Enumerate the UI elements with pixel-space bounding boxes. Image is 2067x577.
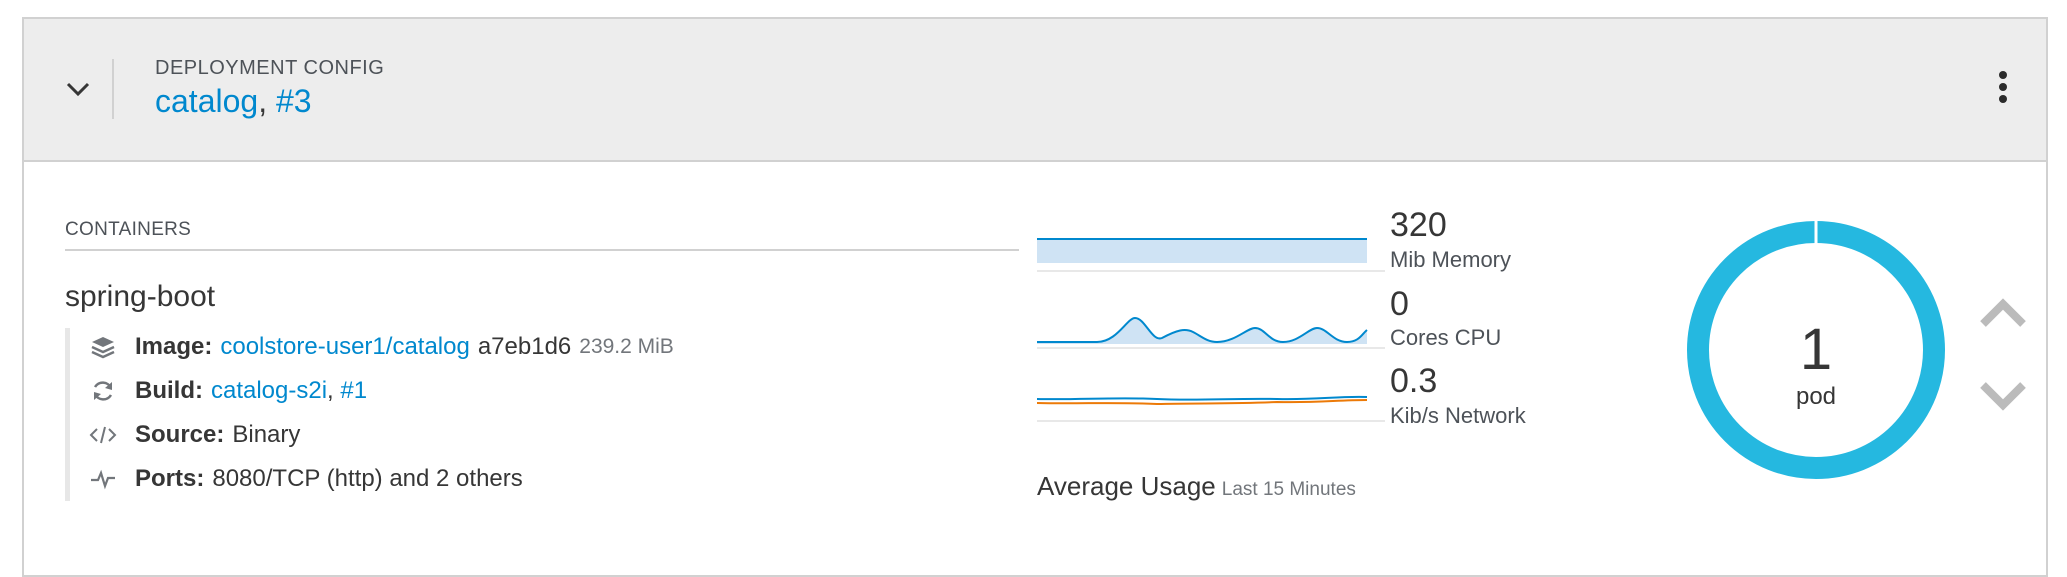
network-label: Kib/s Network (1390, 403, 1526, 428)
build-row: Build: catalog-s2i, #1 (89, 377, 367, 405)
source-value: Binary (232, 421, 301, 448)
ports-row: Ports: 8080/TCP (http) and 2 others (89, 465, 523, 493)
image-label: Image: (135, 333, 213, 360)
memory-sparkline (1037, 238, 1385, 272)
ports-label: Ports: (135, 465, 205, 492)
title-separator: , (258, 83, 268, 119)
average-usage-label: Average Usage (1037, 471, 1216, 501)
panel-header: DEPLOYMENT CONFIG catalog, #3 (24, 19, 2046, 162)
average-usage: Average Usage Last 15 Minutes (1037, 471, 1356, 502)
image-size: 239.2 MiB (579, 335, 674, 358)
deployment-revision-link[interactable]: #3 (276, 83, 312, 119)
deployment-panel: DEPLOYMENT CONFIG catalog, #3 CONTAINERS… (22, 17, 2048, 577)
container-details-bar (65, 328, 70, 501)
header-divider (112, 59, 114, 119)
cpu-sparkline (1037, 316, 1385, 349)
source-label: Source: (135, 421, 225, 448)
ports-value: 8080/TCP (http) and 2 others (212, 465, 523, 492)
code-icon (89, 421, 117, 449)
pod-label: pod (1795, 383, 1837, 410)
layers-icon (89, 333, 117, 361)
image-link[interactable]: coolstore-user1/catalog (220, 333, 469, 361)
page-title: catalog, #3 (155, 83, 312, 120)
pulse-icon (89, 465, 117, 493)
build-config-link[interactable]: catalog-s2i (211, 377, 327, 405)
resource-kind-label: DEPLOYMENT CONFIG (155, 57, 385, 79)
chevron-down-icon[interactable] (64, 75, 92, 103)
pod-count: 1 (1799, 317, 1833, 382)
network-value: 0.3 (1390, 362, 1438, 400)
kebab-icon[interactable] (1998, 71, 2008, 107)
memory-value: 320 (1390, 206, 1447, 244)
chevron-down-icon[interactable] (1977, 375, 2029, 415)
image-row: Image: coolstore-user1/catalog a7eb1d6 2… (89, 333, 674, 361)
build-label: Build: (135, 377, 203, 404)
average-usage-range: Last 15 Minutes (1221, 479, 1356, 500)
source-row: Source: Binary (89, 421, 300, 449)
image-sha: a7eb1d6 (477, 333, 572, 360)
deployment-name-link[interactable]: catalog (155, 83, 258, 119)
network-sparkline (1037, 395, 1385, 422)
memory-label: Mib Memory (1390, 247, 1512, 272)
refresh-icon (89, 377, 117, 405)
build-separator: , (327, 377, 334, 404)
chevron-up-icon[interactable] (1977, 294, 2029, 334)
build-number-link[interactable]: #1 (340, 377, 367, 405)
containers-heading: CONTAINERS (65, 219, 192, 240)
cpu-value: 0 (1390, 285, 1409, 323)
container-name: spring-boot (65, 280, 216, 313)
containers-divider (65, 249, 1019, 251)
cpu-label: Cores CPU (1390, 325, 1502, 350)
